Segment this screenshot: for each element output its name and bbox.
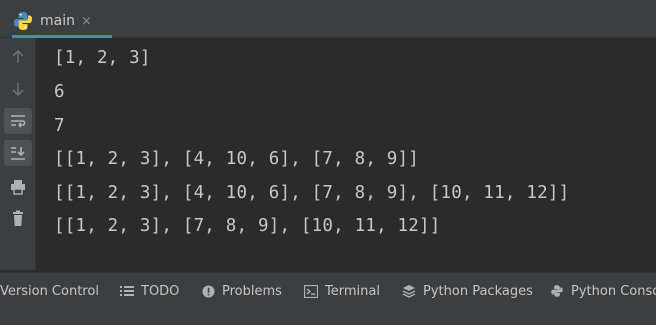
tool-tab-label: Python Console [571, 283, 656, 299]
soft-wrap-icon [11, 115, 26, 128]
tool-tab-label: Python Packages [423, 283, 533, 299]
terminal-icon [304, 284, 318, 298]
trash-icon [13, 210, 23, 226]
scroll-to-end-icon [11, 147, 25, 160]
tool-tab-label: TODO [141, 283, 180, 299]
tool-tab-label: Problems [222, 283, 282, 299]
tool-tab-terminal[interactable]: Terminal [304, 281, 380, 301]
tool-tab-label: Terminal [325, 283, 380, 299]
output-line: 6 [54, 82, 65, 102]
tab-bar: main × [0, 0, 656, 38]
output-line: [[1, 2, 3], [4, 10, 6], [7, 8, 9], [10, … [54, 183, 570, 203]
down-arrow-button[interactable] [4, 76, 32, 102]
output-line: 7 [54, 116, 65, 136]
output-line: [[1, 2, 3], [7, 8, 9], [10, 11, 12]] [54, 216, 441, 236]
packages-icon [402, 285, 416, 298]
tab-title: main [40, 13, 75, 29]
up-arrow-button[interactable] [4, 44, 32, 70]
tool-tab-version-control[interactable]: Version Control [0, 281, 99, 301]
tool-tab-label: Version Control [0, 283, 99, 299]
print-icon [11, 180, 25, 195]
up-arrow-icon [12, 49, 24, 63]
tool-window-bar: Version Control TODO Problems Terminal P… [0, 272, 656, 325]
console-toolbar [0, 38, 36, 270]
tool-tab-python-packages[interactable]: Python Packages [402, 281, 533, 301]
print-button[interactable] [4, 174, 32, 200]
tool-tab-problems[interactable]: Problems [202, 281, 282, 301]
console-output[interactable]: [1, 2, 3] 6 7 [[1, 2, 3], [4, 10, 6], [7… [36, 38, 656, 270]
clear-all-button[interactable] [4, 206, 32, 232]
python-console-icon [551, 285, 563, 297]
tab-main[interactable]: main × [12, 4, 112, 38]
tool-tab-python-console[interactable]: Python Console [550, 281, 656, 301]
close-icon[interactable]: × [81, 14, 92, 29]
output-line: [1, 2, 3] [54, 48, 151, 68]
tool-tab-todo[interactable]: TODO [120, 281, 179, 301]
problems-icon [202, 285, 215, 297]
python-icon [12, 10, 34, 32]
scroll-to-end-button[interactable] [4, 140, 32, 166]
list-icon [120, 286, 134, 296]
down-arrow-icon [12, 83, 24, 97]
soft-wrap-button[interactable] [4, 108, 32, 134]
output-line: [[1, 2, 3], [4, 10, 6], [7, 8, 9]] [54, 149, 420, 169]
